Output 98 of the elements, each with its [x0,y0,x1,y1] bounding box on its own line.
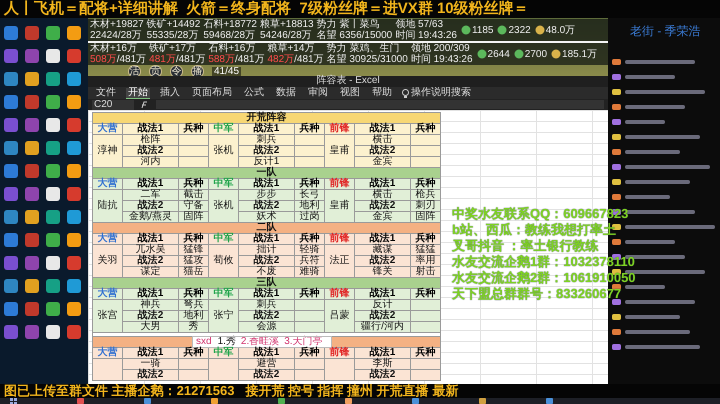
troop-counter: 41/45 [212,66,242,76]
streamer-name: 老街 - 季荣浩 [630,24,701,38]
resource-amount: 55335/28万 [146,30,200,41]
section-title-cell: 三队 [92,278,440,288]
game-menu-button[interactable]: 播 [191,65,204,76]
ribbon-tab[interactable]: 开始 [126,88,150,98]
ribbon-tab[interactable]: 页面布局 [190,88,234,98]
search-field[interactable]: 操作说明搜索 [411,88,471,98]
desktop-app-icon[interactable] [46,302,60,316]
desktop-app-icon[interactable] [67,233,81,247]
fame-label: 名望 30925/31000 [326,54,408,65]
desktop-app-icon[interactable] [67,95,81,109]
resource-amount: 482万/481万 [267,54,324,65]
gem-icon [460,25,471,35]
desktop-app-icon[interactable] [46,26,60,40]
resource-amount: 588万/481万 [208,54,264,65]
windows-start-icon[interactable] [10,398,17,404]
resource-amount: 54246/28万 [260,30,313,41]
game-menu-button[interactable]: 贡 [149,65,162,76]
desktop-app-icon[interactable] [46,325,60,339]
desktop-app-icon[interactable] [46,256,60,270]
scrolling-banner-text: 图已上传至群文件 主播企鹅：21271563 接开荒 控号 指挥 撞州 开荒直播 最新 [3,384,458,398]
ribbon-tab[interactable]: 插入 [158,88,182,98]
resource-amount: 481万/481万 [149,54,206,65]
faction-label: 势力 紫丨菜鸟 [316,19,380,30]
desktop-app-icon[interactable] [25,279,39,293]
overlay-text: b站、西瓜：教练我想打率土 [452,222,617,238]
desktop-app-icon[interactable] [46,233,60,247]
time-label: 时间 19:43:26 [410,54,473,65]
ribbon-tab[interactable]: 帮助 [370,88,394,98]
section-title-cell: 一队 [92,168,440,178]
skill-cell: 战法2 [354,370,410,380]
territory-label: 领地 200/309 [410,43,471,54]
chat-message [612,313,680,321]
currency-amount: 185.1万 [562,48,598,60]
taskbar-app-icon[interactable] [479,398,486,404]
coin-icon [534,25,545,35]
faction-label: 势力 菜鸡、生门 [326,43,400,54]
gem-icon [497,25,508,35]
resource-income: 铁矿+14492 [146,19,200,30]
taskbar-app-icon[interactable] [278,398,285,404]
territory-label: 领地 57/63 [395,19,444,30]
currency-amount: 48.0万 [546,24,576,36]
time-label: 时间 19:43:26 [395,30,457,41]
overlay-text: 叉哥抖音 ：率土银行教练 [452,238,600,254]
section-title-cell: 开荒阵容 [92,112,440,124]
desktop-app-icon[interactable] [46,118,60,132]
game-menu-button[interactable]: 令 [170,65,183,76]
resource-income: 木材+19827 [90,19,144,30]
chat-message [612,193,670,201]
resource-income: 木材+16万 [90,43,138,54]
skill-cell: 战法2 [238,370,294,380]
resource-income: 铁矿+17万 [149,43,198,54]
chat-message [612,118,665,126]
section-title-cell: 二队 [92,222,440,234]
ribbon-tab[interactable]: 数据 [274,88,298,98]
taskbar-app-icon[interactable] [345,398,352,404]
desktop-app-icon[interactable] [46,187,60,201]
function-icon[interactable] [140,100,150,108]
gem-icon [514,49,524,59]
ribbon-tab[interactable]: 公式 [242,88,266,98]
desktop-app-icon[interactable] [67,302,81,316]
currency-amount: 1185 [472,24,494,36]
ribbon-tab[interactable]: 审阅 [306,88,330,98]
resource-income: 粮草+18813 [260,19,314,30]
scrolling-banner-text: 人丨飞机＝配将+详细讲解 火箭＝终身配将 7级粉丝牌＝进VX群 10级粉丝牌＝ [2,0,529,18]
taskbar-app-icon[interactable] [211,398,218,404]
desktop-app-icon[interactable] [67,164,81,178]
currency-amount: 2644 [488,48,510,60]
lightbulb-icon [402,88,409,98]
coin-icon [551,49,562,59]
resource-income: 石料+18772 [203,19,257,30]
fame-label: 名望 6356/15000 [316,30,392,41]
gem-icon [476,49,487,59]
resource-amount: 22424/28万 [90,30,143,41]
currency-amount: 2322 [508,24,531,36]
desktop-app-icon[interactable] [46,49,60,63]
name-box[interactable]: C20 [92,100,134,110]
ribbon-tab[interactable]: 文件 [94,88,118,98]
resource-income: 石料+16万 [208,43,256,54]
resource-income: 粮草+14万 [267,43,316,54]
chat-message [612,73,675,81]
desktop-app-icon[interactable] [67,26,81,40]
desktop-app-icon[interactable] [46,164,60,178]
desktop-app-icon[interactable] [46,95,60,109]
chat-message [612,238,675,246]
desktop-app-icon[interactable] [25,141,39,155]
desktop-app-icon[interactable] [25,72,39,86]
resource-amount: 59468/28万 [203,30,256,41]
chat-message [612,148,680,156]
ime-input-text: sxd [196,337,212,347]
resource-amount: 508万/481万 [90,54,146,65]
ribbon-tab[interactable]: 视图 [338,88,362,98]
game-menu-button[interactable]: 活 [128,65,141,76]
skill-cell: 战法2 [122,370,178,380]
desktop-app-icon[interactable] [25,210,39,224]
window-title: 阵容表 - Excel [316,76,380,87]
currency-amount: 2700 [524,48,548,60]
